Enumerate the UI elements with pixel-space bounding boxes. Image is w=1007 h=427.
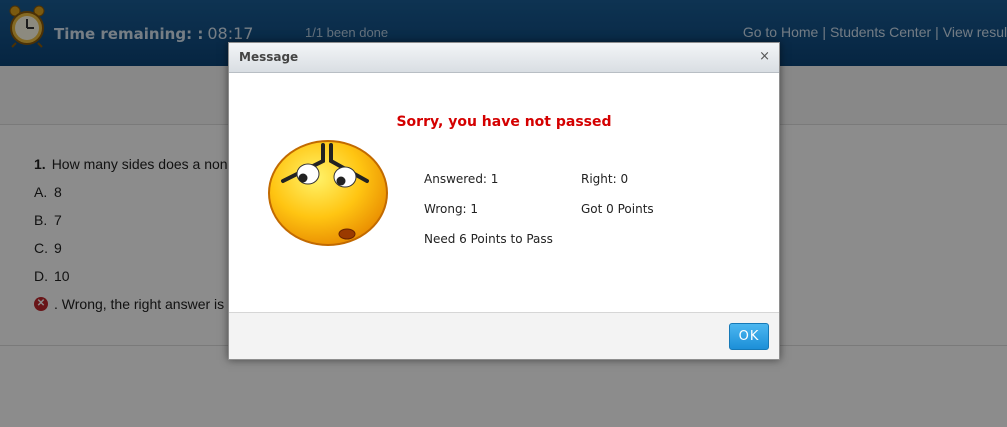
wrong-count: Wrong: 1 — [424, 202, 479, 216]
dialog-body: Sorry, you have not passed Answered: 1 R — [229, 73, 779, 312]
dialog-footer: OK — [229, 312, 779, 359]
result-headline: Sorry, you have not passed — [396, 114, 612, 130]
points-earned: Got 0 Points — [581, 202, 654, 216]
dialog-title: Message — [239, 50, 299, 64]
message-dialog: Message × Sorry, you have not passed Ans… — [228, 42, 780, 360]
ok-button[interactable]: OK — [729, 323, 769, 350]
points-needed: Need 6 Points to Pass — [424, 232, 553, 246]
close-button[interactable]: × — [759, 49, 770, 64]
dialog-title-bar: Message × — [229, 43, 779, 73]
sad-face-icon — [268, 140, 388, 246]
answered-count: Answered: 1 — [424, 172, 499, 186]
right-count: Right: 0 — [581, 172, 629, 186]
